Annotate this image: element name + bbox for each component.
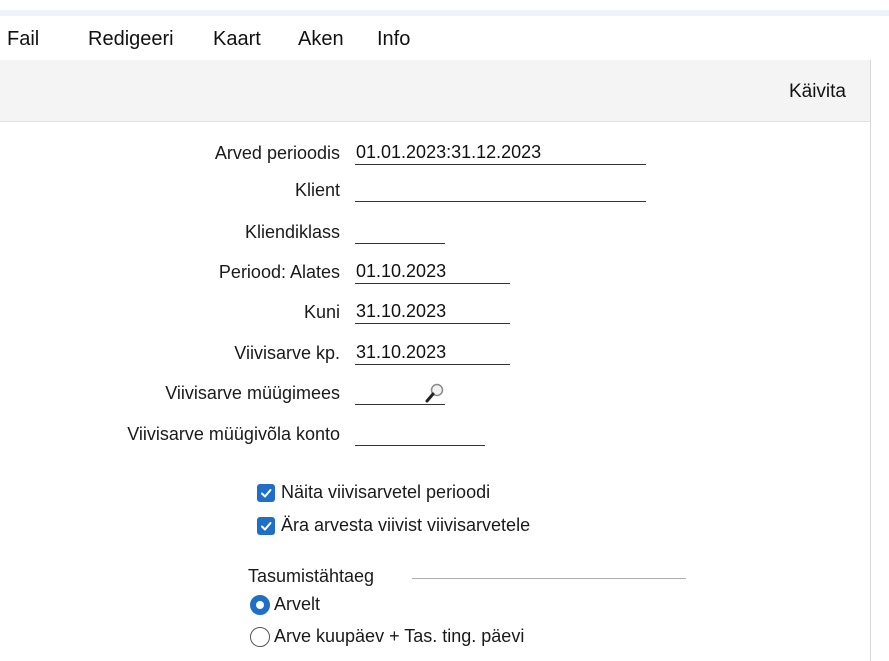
run-button[interactable]: Käivita	[789, 81, 846, 103]
label-klient: Klient	[294, 180, 340, 200]
window-top-band	[0, 10, 889, 16]
menu-item-info[interactable]: Info	[377, 28, 410, 51]
field-kliendiklass[interactable]	[355, 218, 445, 244]
label-viivisarve-muugimees: Viivisarve müügimees	[165, 383, 340, 403]
label-arved-perioodis: Arved perioodis	[214, 143, 340, 163]
menu-item-kaart[interactable]: Kaart	[213, 28, 261, 51]
radio-selected-icon[interactable]	[250, 594, 270, 615]
window-right-border	[870, 60, 871, 661]
label-periood-alates: Periood: Alates	[218, 262, 340, 282]
field-kuni[interactable]: 31.10.2023	[355, 298, 510, 324]
menu-item-redigeeri[interactable]: Redigeeri	[88, 28, 174, 51]
radio-unselected-icon[interactable]	[250, 626, 270, 647]
checkbox-checked-icon[interactable]	[257, 483, 275, 502]
checkbox-checked-icon[interactable]	[257, 516, 275, 535]
radio-label: Arvelt	[274, 594, 321, 614]
field-klient[interactable]	[355, 176, 646, 202]
group-title-tasumistahtaeg: Tasumistähtaeg	[248, 566, 375, 586]
group-divider	[412, 578, 686, 579]
label-viivisarve-muugivola-konto: Viivisarve müügivõla konto	[127, 424, 340, 444]
radio-arve-kuupaev[interactable]: Arve kuupäev + Tas. ting. päevi	[250, 626, 524, 647]
checkbox-label: Ära arvesta viivist viivisarvetele	[281, 515, 531, 535]
label-viivisarve-kp: Viivisarve kp.	[234, 343, 340, 363]
radio-label: Arve kuupäev + Tas. ting. päevi	[274, 626, 525, 646]
checkbox-naita-perioodi[interactable]: Näita viivisarvetel perioodi	[257, 482, 490, 503]
field-viivisarve-muugivola-konto[interactable]	[355, 420, 485, 446]
menu-item-fail[interactable]: Fail	[7, 28, 39, 51]
menu-item-aken[interactable]: Aken	[298, 28, 344, 51]
checkbox-label: Näita viivisarvetel perioodi	[281, 482, 491, 502]
checkbox-ara-arvesta-viivist[interactable]: Ära arvesta viivist viivisarvetele	[257, 515, 530, 536]
label-kliendiklass: Kliendiklass	[244, 222, 340, 242]
radio-arvelt[interactable]: Arvelt	[250, 594, 320, 615]
field-periood-alates[interactable]: 01.10.2023	[355, 258, 510, 284]
search-icon[interactable]	[424, 382, 446, 404]
field-arved-perioodis[interactable]: 01.01.2023:31.12.2023	[355, 139, 646, 165]
toolbar: Käivita	[0, 60, 870, 122]
field-viivisarve-kp[interactable]: 31.10.2023	[355, 339, 510, 365]
label-kuni: Kuni	[303, 302, 340, 322]
